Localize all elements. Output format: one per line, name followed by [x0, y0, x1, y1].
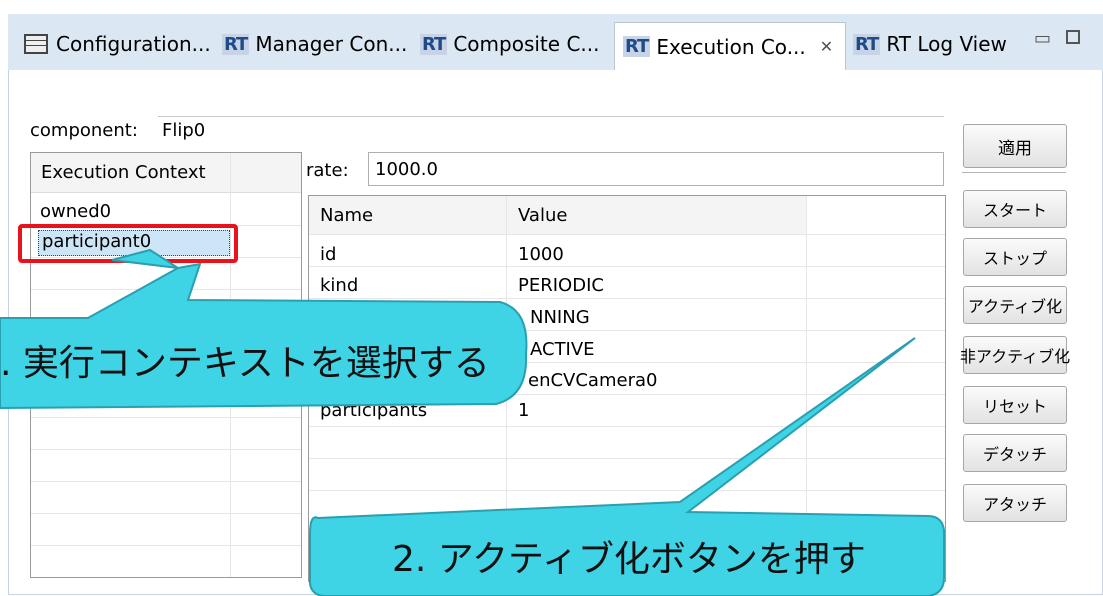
callout-step-1-text: . 実行コンテキストを選択する	[0, 343, 490, 384]
callout-1-pointer	[111, 248, 179, 269]
callout-overlay	[0, 248, 945, 596]
callout-step-2-text: 2. アクティブ化ボタンを押す	[392, 539, 866, 580]
